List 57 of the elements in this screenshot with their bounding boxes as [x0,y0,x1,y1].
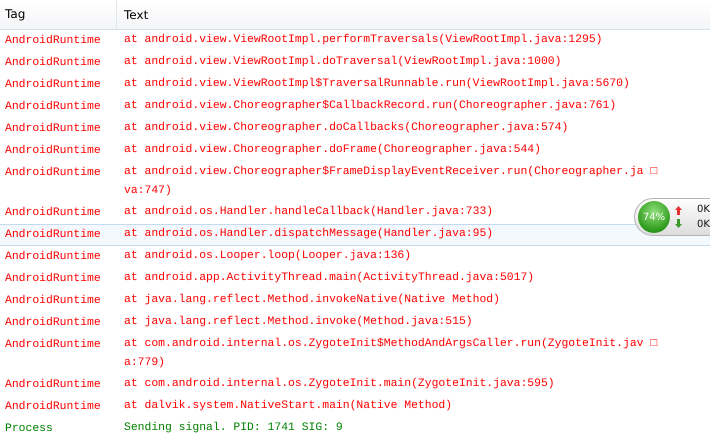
message-text: at android.view.Choreographer$CallbackRecord.run(Choreographer.java:761) [124,98,616,114]
log-row[interactable]: AndroidRuntime at java.lang.reflect.Method.invoke(Method.java:515) [0,312,710,334]
tag-cell-text: AndroidRuntime [4,166,102,181]
message-text: at android.view.Choreographer.doCallbacks(Choreographer.java:574) [124,120,568,136]
upload-arrow-icon [675,206,682,215]
message-text: at java.lang.reflect.Method.invoke(Method.java:515) [124,314,473,330]
log-row[interactable]: Process Sending signal. PID: 1741 SIG: 9 [0,418,710,440]
tag-cell-text: AndroidRuntime [4,144,102,159]
tag-cell-text: AndroidRuntime [4,338,102,353]
upload-speed: 0K [697,204,710,216]
tag-cell-text: Process [4,422,54,437]
log-row[interactable]: AndroidRuntime at android.os.Looper.loop(Looper.java:136) [0,246,710,268]
column-header[interactable]: Tag [0,0,117,29]
tag-cell-text: AndroidRuntime [4,206,102,221]
network-speed-toast[interactable]: 74% 0K 0K [634,198,710,236]
tag-cell-text: AndroidRuntime [4,378,102,393]
log-row[interactable]: AndroidRuntime at android.app.ActivityThread.main(ActivityThread.java:5017) [0,268,710,290]
message-text: at com.android.internal.os.ZygoteInit$MethodAndArgsCaller.run(ZygoteInit.jav □ [124,336,658,352]
message-text: at java.lang.reflect.Method.invokeNative(Native Method) [124,292,500,308]
message-text: va:747) [124,184,173,199]
tag-cell-text: AndroidRuntime [4,250,102,265]
tag-cell-text: AndroidRuntime [4,78,102,93]
tag-cell-text: AndroidRuntime [4,294,102,309]
message-text: at android.view.ViewRootImpl.performTraversals(ViewRootImpl.java:1295) [124,32,602,48]
message-text: at android.view.Choreographer.doFrame(Choreographer.java:544) [124,142,541,158]
log-row[interactable]: AndroidRuntime at android.view.Choreographer$CallbackRecord.run(Choreographer.java:761) [0,96,710,118]
tag-cell-text: AndroidRuntime [4,400,102,415]
tag-cell-text: AndroidRuntime [4,34,102,49]
column-header[interactable]: Text [117,0,710,29]
tag-cell-text: AndroidRuntime [4,56,102,71]
log-row[interactable]: AndroidRuntime at android.view.Choreographer.doCallbacks(Choreographer.java:574) [0,118,710,140]
tag-cell-text: AndroidRuntime [4,122,102,137]
percent-badge: 74% [638,201,670,233]
log-row[interactable]: AndroidRuntime at android.view.Choreographer.doFrame(Choreographer.java:544) [0,140,710,162]
log-row[interactable]: AndroidRuntime at android.view.ViewRootImpl.performTraversals(ViewRootImpl.java:1295) [0,30,710,52]
log-row[interactable]: AndroidRuntime at com.android.internal.os.ZygoteInit$MethodAndArgsCaller.run(ZygoteInit.jav □ a:779) [0,334,710,374]
message-text: at android.view.ViewRootImpl.doTraversal(ViewRootImpl.java:1000) [124,54,562,70]
tag-cell-text: AndroidRuntime [4,100,102,115]
tag-cell-text: AndroidRuntime [4,228,102,243]
download-arrow-icon [675,219,682,228]
message-text: at dalvik.system.NativeStart.main(Native Method) [124,398,452,414]
message-text: at android.os.Handler.handleCallback(Handler.java:733) [124,204,494,220]
message-text: at android.os.Handler.dispatchMessage(Handler.java:95) [124,226,494,242]
log-row[interactable]: AndroidRuntime at com.android.internal.os.ZygoteInit.main(ZygoteInit.java:595) [0,374,710,396]
message-text: at android.os.Looper.loop(Looper.java:136) [124,248,412,264]
tag-cell-text: AndroidRuntime [4,316,102,331]
log-row[interactable]: AndroidRuntime at java.lang.reflect.Method.invokeNative(Native Method) [0,290,710,312]
message-text: at android.app.ActivityThread.main(ActivityThread.java:5017) [124,270,534,286]
message-text: at com.android.internal.os.ZygoteInit.main(ZygoteInit.java:595) [124,376,555,392]
message-text: a:779) [124,356,166,371]
message-text: at android.view.ViewRootImpl$TraversalRunnable.run(ViewRootImpl.java:5670) [124,76,630,92]
log-row[interactable]: AndroidRuntime at android.view.ViewRootImpl$TraversalRunnable.run(ViewRootImpl.java:5670) [0,74,710,96]
tag-cell-text: AndroidRuntime [4,272,102,287]
log-row[interactable]: AndroidRuntime at dalvik.system.NativeStart.main(Native Method) [0,396,710,418]
log-row[interactable]: AndroidRuntime at android.view.ViewRootImpl.doTraversal(ViewRootImpl.java:1000) [0,52,710,74]
message-text: Sending signal. PID: 1741 SIG: 9 [124,420,343,436]
message-text: at android.view.Choreographer$FrameDisplayEventReceiver.run(Choreographer.ja □ [124,164,658,180]
